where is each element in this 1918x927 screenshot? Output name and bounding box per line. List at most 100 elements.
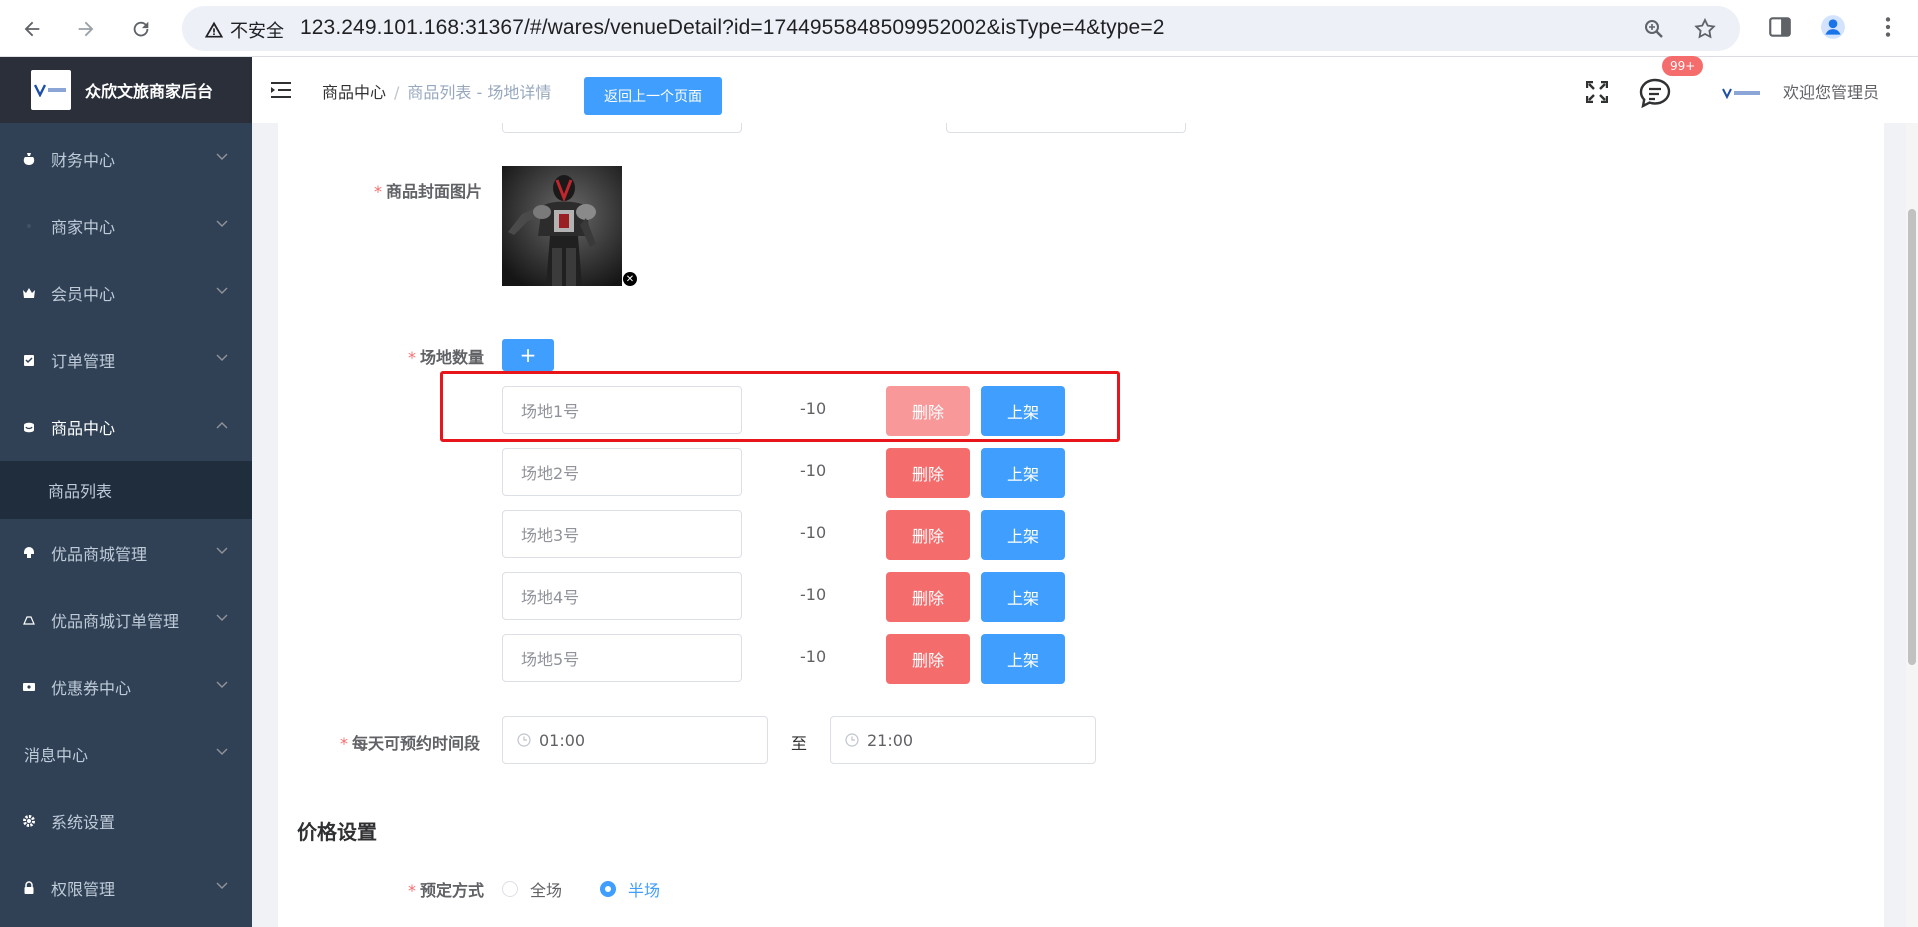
- delete-venue-button[interactable]: 删除: [886, 634, 970, 684]
- venue-quantity: -10: [800, 585, 827, 604]
- logo-mark-icon: [34, 84, 66, 97]
- fullscreen-icon[interactable]: [1586, 81, 1608, 103]
- cover-image-label: * 商品封面图片: [374, 182, 483, 201]
- chevron-down-icon: [216, 220, 228, 227]
- bag-icon: [21, 612, 37, 628]
- figure-image: [502, 166, 622, 286]
- security-text: 不安全: [230, 21, 284, 42]
- goods-icon: [21, 419, 37, 435]
- sidebar-item-label: 权限管理: [51, 879, 116, 899]
- list-venue-button[interactable]: 上架: [981, 510, 1065, 560]
- page-scrollbar[interactable]: [1906, 123, 1918, 927]
- bookmark-star-icon[interactable]: [1693, 17, 1717, 41]
- sidebar-item-label: 订单管理: [51, 351, 116, 371]
- brand: 众欣文旅商家后台: [0, 57, 252, 123]
- top-header: 商品中心 / 商品列表 - 场地详情 返回上一个页面 99+ 欢迎您管理员: [252, 56, 1918, 123]
- side-panel-icon[interactable]: [1767, 14, 1793, 40]
- breadcrumb-current: 商品列表 - 场地详情: [407, 83, 552, 102]
- zoom-icon[interactable]: [1642, 17, 1666, 41]
- chevron-down-icon: [216, 153, 228, 160]
- sidebar-item-label: 商家中心: [51, 217, 116, 237]
- list-venue-button[interactable]: 上架: [981, 634, 1065, 684]
- logo: [31, 70, 71, 110]
- sidebar-item-finance[interactable]: 财务中心: [0, 125, 252, 192]
- list-venue-button[interactable]: 上架: [981, 448, 1065, 498]
- sidebar-item-coupon[interactable]: 优惠券中心: [0, 653, 252, 720]
- crown-icon: [21, 285, 37, 301]
- sidebar-item-merchant[interactable]: 商家中心: [0, 192, 252, 259]
- sidebar-item-member[interactable]: 会员中心: [0, 259, 252, 326]
- clipped-input[interactable]: [502, 123, 742, 133]
- highlight-annotation: [440, 371, 1120, 442]
- chevron-down-icon: [216, 614, 228, 621]
- price-settings-title: 价格设置: [297, 820, 377, 844]
- delete-venue-button[interactable]: 删除: [886, 448, 970, 498]
- chevron-up-icon: [216, 422, 228, 429]
- end-time-input[interactable]: 21:00: [830, 716, 1096, 764]
- hamburger-fold-icon[interactable]: [270, 80, 292, 100]
- company-logo-icon: [1722, 88, 1760, 99]
- profile-avatar-icon[interactable]: [1820, 14, 1846, 40]
- breadcrumb-separator: /: [394, 83, 400, 102]
- sidebar-item-messages[interactable]: 消息中心: [0, 720, 252, 787]
- required-asterisk: *: [340, 734, 348, 753]
- sidebar: 众欣文旅商家后台 财务中心 商家中心 会员中心 订单管理 商品中心 商品列表 优…: [0, 57, 252, 927]
- radio-circle: [502, 881, 518, 897]
- scrollbar-thumb[interactable]: [1908, 209, 1916, 665]
- breadcrumb-root[interactable]: 商品中心: [322, 83, 386, 102]
- sidebar-item-mall[interactable]: 优品商城管理: [0, 519, 252, 586]
- sidebar-item-label: 财务中心: [51, 150, 116, 170]
- booking-option-half[interactable]: 半场: [600, 877, 660, 901]
- warning-icon: [204, 21, 224, 38]
- back-arrow-icon[interactable]: [15, 12, 49, 46]
- radio-label: 半场: [628, 881, 661, 900]
- start-time-input[interactable]: 01:00: [502, 716, 768, 764]
- sidebar-item-settings[interactable]: 系统设置: [0, 787, 252, 854]
- sidebar-item-orders[interactable]: 订单管理: [0, 326, 252, 393]
- list-venue-button[interactable]: 上架: [981, 572, 1065, 622]
- clock-icon: [845, 733, 859, 747]
- sidebar-item-permissions[interactable]: 权限管理: [0, 854, 252, 921]
- cover-image[interactable]: [502, 166, 622, 286]
- add-venue-button[interactable]: +: [502, 339, 554, 371]
- welcome-user[interactable]: 欢迎您管理员: [1783, 79, 1879, 103]
- kebab-menu-icon[interactable]: [1875, 14, 1901, 40]
- time-range-separator: 至: [791, 734, 808, 753]
- notification-badge: 99+: [1662, 56, 1704, 76]
- venue-name-input[interactable]: 场地4号: [502, 572, 742, 620]
- delete-venue-button[interactable]: 删除: [886, 572, 970, 622]
- sidebar-item-label: 系统设置: [51, 812, 116, 832]
- browser-toolbar: 不安全 123.249.101.168:31367/#/wares/venueD…: [0, 0, 1918, 57]
- venue-name-input[interactable]: 场地5号: [502, 634, 742, 682]
- radio-circle-checked: [600, 881, 616, 897]
- required-asterisk: *: [408, 348, 416, 367]
- venue-name-input[interactable]: 场地2号: [502, 448, 742, 496]
- chevron-down-icon: [216, 748, 228, 755]
- sidebar-item-label: 消息中心: [24, 745, 89, 765]
- booking-option-full[interactable]: 全场: [502, 877, 562, 901]
- radio-label: 全场: [530, 881, 563, 900]
- forward-arrow-icon[interactable]: [69, 12, 103, 46]
- sidebar-item-goods[interactable]: 商品中心: [0, 393, 252, 460]
- url-text[interactable]: 123.249.101.168:31367/#/wares/venueDetai…: [300, 16, 1164, 40]
- message-icon[interactable]: [1639, 78, 1671, 108]
- booking-mode-label: * 预定方式: [408, 881, 485, 900]
- security-indicator[interactable]: 不安全: [204, 17, 284, 43]
- sidebar-item-label: 商品中心: [51, 418, 116, 438]
- chevron-down-icon: [216, 354, 228, 361]
- reload-icon[interactable]: [124, 12, 158, 46]
- delete-venue-button[interactable]: 删除: [886, 510, 970, 560]
- chevron-down-icon: [216, 681, 228, 688]
- address-bar[interactable]: 不安全 123.249.101.168:31367/#/wares/venueD…: [182, 6, 1740, 51]
- back-to-previous-button[interactable]: 返回上一个页面: [584, 77, 722, 115]
- clipped-input[interactable]: [946, 123, 1186, 133]
- sidebar-item-mall-orders[interactable]: 优品商城订单管理: [0, 586, 252, 653]
- venue-quantity: -10: [800, 647, 827, 666]
- start-time-value: 01:00: [539, 730, 586, 750]
- sidebar-item-label: 优品商城订单管理: [51, 611, 180, 631]
- booking-time-label: * 每天可预约时间段: [340, 734, 481, 753]
- lock-icon: [21, 880, 37, 896]
- venue-name-input[interactable]: 场地3号: [502, 510, 742, 558]
- sidebar-subitem-goods-list[interactable]: 商品列表: [0, 461, 252, 519]
- remove-image-icon[interactable]: ✕: [623, 272, 637, 286]
